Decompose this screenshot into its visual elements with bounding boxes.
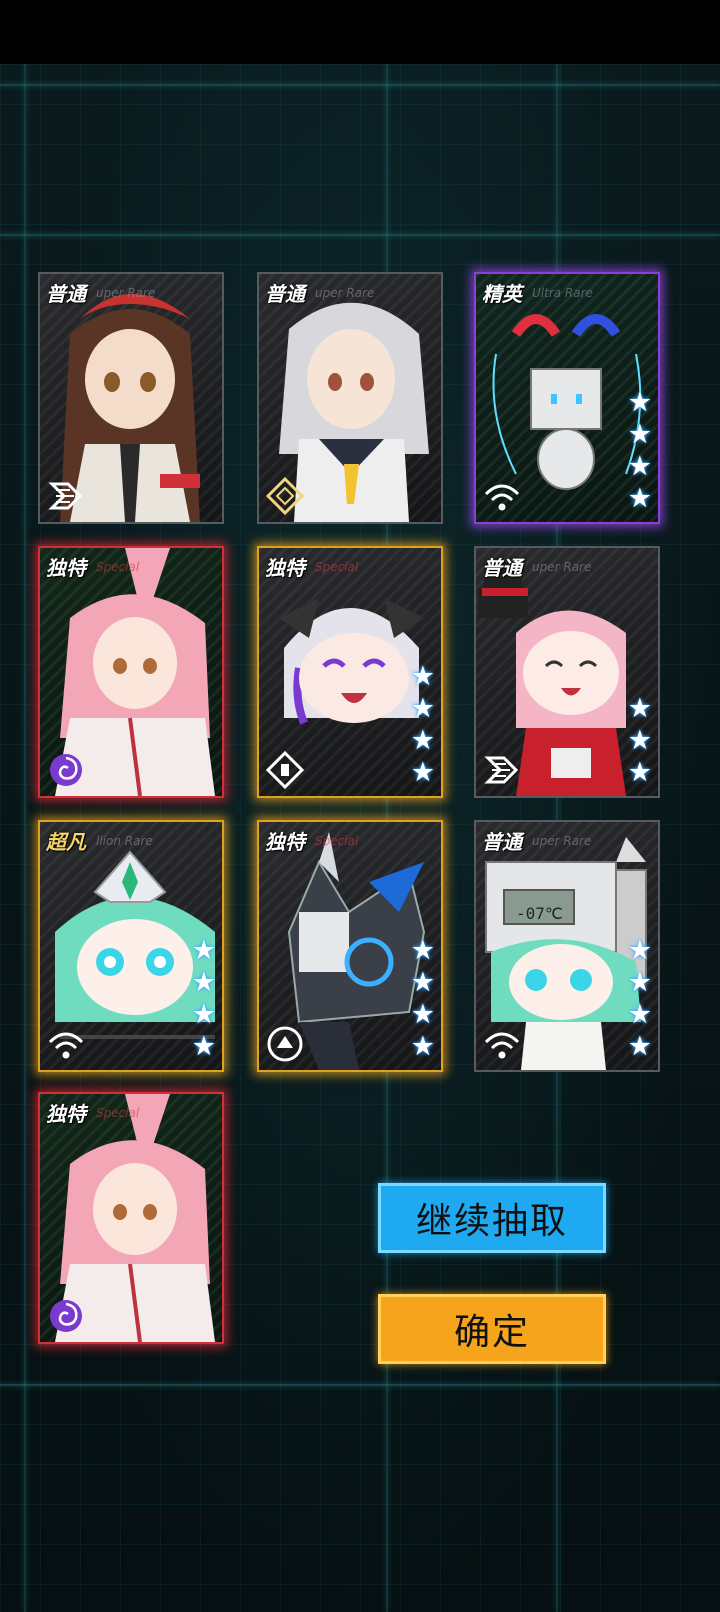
star-icon: ★ — [627, 967, 652, 998]
rarity-label: 普通 — [265, 282, 305, 306]
star-icon: ★ — [410, 1031, 435, 1062]
diamond-icon — [265, 476, 305, 516]
rarity-subtitle: Special — [315, 834, 359, 848]
rarity-label: 独特 — [46, 1102, 86, 1126]
character-card[interactable]: 精英 Ultra Rare ★ ★ ★ ★ — [474, 272, 660, 524]
temperature-display: -07℃ — [516, 904, 563, 923]
wifi-icon — [484, 484, 520, 511]
star-rating: ★ ★ ★ ★ — [192, 936, 216, 1062]
star-icon: ★ — [627, 1031, 652, 1062]
star-rating: ★ ★ ★ ★ — [628, 936, 652, 1062]
star-rating: ★ ★ ★ ★ — [411, 662, 435, 788]
star-icon: ★ — [627, 483, 652, 514]
character-card[interactable]: 普通 uper Rare — [257, 272, 443, 524]
top-status-area — [0, 0, 720, 64]
grid-line — [0, 1384, 720, 1386]
star-icon: ★ — [627, 693, 652, 724]
continue-draw-button[interactable]: 继续抽取 — [378, 1183, 606, 1253]
rarity-subtitle: Special — [96, 560, 140, 574]
rarity-subtitle: uper Rare — [96, 286, 156, 300]
rarity-subtitle: uper Rare — [315, 286, 375, 300]
character-card[interactable]: 普通 uper Rare ★ ★ ★ — [474, 546, 660, 798]
rarity-subtitle: uper Rare — [532, 834, 592, 848]
grid-line — [0, 234, 720, 236]
star-icon: ★ — [191, 999, 216, 1030]
rarity-subtitle: uper Rare — [532, 560, 592, 574]
rarity-subtitle: Special — [315, 560, 359, 574]
star-icon: ★ — [410, 693, 435, 724]
assault-icon — [48, 482, 83, 510]
rarity-label: 独特 — [46, 556, 86, 580]
star-icon: ★ — [191, 967, 216, 998]
star-icon: ★ — [627, 999, 652, 1030]
spiral-icon — [50, 754, 82, 786]
rarity-label: 普通 — [46, 282, 86, 306]
character-card[interactable]: 独特 Special — [38, 1092, 224, 1344]
rarity-label: 独特 — [265, 830, 305, 854]
character-card[interactable]: 超凡 llion Rare ★ ★ ★ ★ — [38, 820, 224, 1072]
shield-icon — [267, 1026, 303, 1062]
star-rating: ★ ★ ★ — [628, 694, 652, 788]
star-icon: ★ — [191, 935, 216, 966]
star-icon: ★ — [191, 1031, 216, 1062]
wifi-icon — [48, 1032, 84, 1059]
diamond-dot-icon — [265, 750, 305, 790]
rarity-label: 超凡 — [46, 830, 86, 854]
star-icon: ★ — [627, 757, 652, 788]
star-icon: ★ — [627, 419, 652, 450]
grid-line — [0, 84, 720, 86]
star-icon: ★ — [410, 999, 435, 1030]
rarity-label: 精英 — [482, 282, 522, 306]
star-icon: ★ — [410, 661, 435, 692]
rarity-subtitle: Special — [96, 1106, 140, 1120]
star-rating: ★ ★ ★ ★ — [411, 936, 435, 1062]
star-icon: ★ — [627, 387, 652, 418]
rarity-subtitle: llion Rare — [96, 834, 153, 848]
spiral-icon — [50, 1300, 82, 1332]
star-icon: ★ — [410, 757, 435, 788]
rarity-label: 独特 — [265, 556, 305, 580]
star-icon: ★ — [410, 967, 435, 998]
character-card[interactable]: 独特 Special — [38, 546, 224, 798]
rarity-label: 普通 — [482, 556, 522, 580]
assault-icon — [484, 756, 519, 784]
rarity-label: 普通 — [482, 830, 522, 854]
star-icon: ★ — [627, 935, 652, 966]
confirm-button[interactable]: 确定 — [378, 1294, 606, 1364]
character-card[interactable]: 普通 uper Rare — [38, 272, 224, 524]
star-icon: ★ — [627, 725, 652, 756]
star-rating: ★ ★ ★ ★ — [628, 388, 652, 514]
wifi-icon — [484, 1032, 520, 1059]
star-icon: ★ — [410, 725, 435, 756]
star-icon: ★ — [627, 451, 652, 482]
star-icon: ★ — [410, 935, 435, 966]
character-card[interactable]: 独特 Special ★ ★ ★ ★ — [257, 546, 443, 798]
rarity-subtitle: Ultra Rare — [532, 286, 593, 300]
character-card[interactable]: -07℃ 普通 uper Rare ★ ★ ★ ★ — [474, 820, 660, 1072]
grid-line — [24, 64, 26, 1612]
character-card[interactable]: 独特 Special ★ ★ ★ ★ — [257, 820, 443, 1072]
